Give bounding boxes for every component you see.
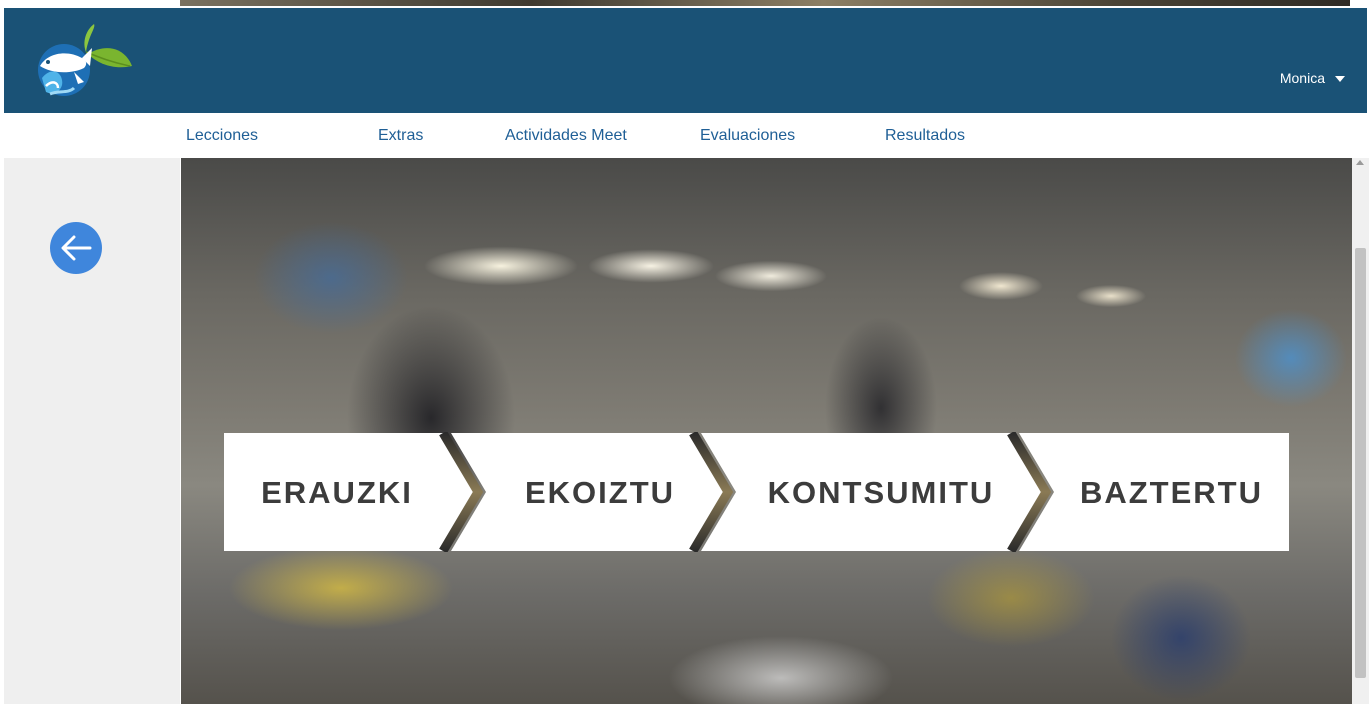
app-logo[interactable] — [34, 22, 134, 102]
top-photo-crop — [180, 0, 1350, 6]
nav-item-lecciones[interactable]: Lecciones — [186, 127, 258, 145]
fish-leaf-wave-logo-icon — [38, 24, 132, 96]
caret-down-icon — [1335, 76, 1345, 82]
nav-item-evaluaciones[interactable]: Evaluaciones — [700, 127, 795, 145]
nav-item-actividades-meet[interactable]: Actividades Meet — [505, 127, 627, 145]
step-ekoiztu: EKOIZTU — [524, 475, 676, 510]
lesson-hero-image: ERAUZKI EKOIZTU KONTSUMITU BAZTERTU — [181, 158, 1352, 704]
nav-item-resultados[interactable]: Resultados — [885, 127, 965, 145]
step-erauzki: ERAUZKI — [261, 475, 413, 510]
back-button[interactable] — [50, 222, 102, 274]
main-nav: Lecciones Extras Actividades Meet Evalua… — [0, 113, 1371, 158]
nav-item-extras[interactable]: Extras — [378, 127, 423, 145]
left-panel — [4, 158, 180, 704]
step-baztertu: BAZTERTU — [1079, 475, 1264, 510]
scrollbar-thumb[interactable] — [1355, 248, 1366, 678]
app-header: Monica — [4, 8, 1367, 113]
process-banner: ERAUZKI EKOIZTU KONTSUMITU BAZTERTU — [181, 432, 1352, 552]
user-menu[interactable]: Monica — [1280, 70, 1345, 86]
step-kontsumitu: KONTSUMITU — [767, 475, 995, 510]
scroll-up-arrow-icon[interactable] — [1356, 160, 1364, 165]
vertical-scrollbar[interactable] — [1352, 158, 1369, 704]
arrow-left-icon — [61, 235, 92, 261]
top-photo-strip — [0, 0, 1371, 8]
user-name: Monica — [1279, 70, 1325, 86]
